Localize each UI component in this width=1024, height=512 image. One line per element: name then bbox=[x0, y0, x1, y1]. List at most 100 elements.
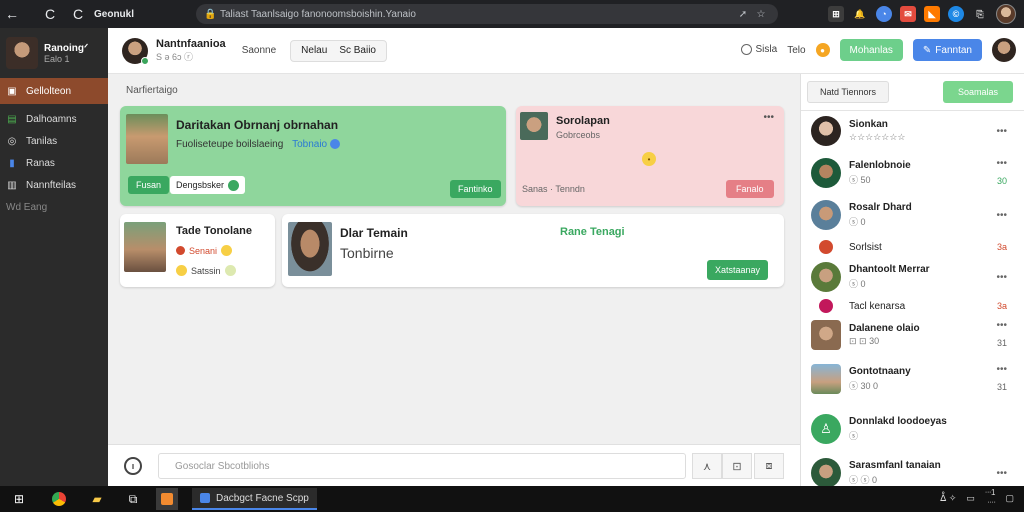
pill-left-label[interactable]: Nelau bbox=[301, 45, 327, 56]
sidebar-item-3[interactable]: ▮ Ranas bbox=[0, 152, 108, 174]
more-icon[interactable]: ••• bbox=[763, 112, 774, 123]
contact-item[interactable]: Sarasmfanl tanaian ⓢ ⓢ 0 ••• bbox=[801, 458, 1024, 488]
contact-name: Donnlakd loodoeyas bbox=[849, 416, 947, 427]
avatar[interactable] bbox=[992, 38, 1016, 62]
contact-item[interactable]: Gontotnaany ⓢ 30 0 ••• 31 bbox=[801, 364, 1024, 394]
more-icon[interactable]: ••• bbox=[996, 272, 1007, 283]
card-subtitle: Fuoliseteupe boilslaeing Tobnaio bbox=[176, 139, 340, 150]
contact-item[interactable]: Rosalr Dhard ⓢ 0 ••• bbox=[801, 200, 1024, 230]
extension-icon[interactable]: ◣ bbox=[924, 6, 940, 22]
card-action-button[interactable]: Fantinko bbox=[450, 180, 501, 198]
pill-right-label[interactable]: Sc Baiio bbox=[339, 45, 376, 56]
taskbar-app[interactable]: Dacbgct Facne Scpp bbox=[192, 488, 317, 510]
battery-icon[interactable]: ▭ bbox=[966, 493, 975, 504]
more-icon[interactable]: ••• bbox=[996, 468, 1007, 479]
extension-icon[interactable]: ✉ bbox=[900, 6, 916, 22]
contact-meta: ⓢ 0 bbox=[849, 217, 866, 227]
contact-item[interactable]: ♙ Donnlakd loodoeyas ⓢ bbox=[801, 414, 1024, 444]
profile-avatar[interactable] bbox=[996, 4, 1016, 24]
attachment-icon[interactable]: ⊡ bbox=[722, 453, 752, 479]
sidebar-item-label: Nannfteilas bbox=[26, 179, 77, 191]
sidebar-item-icon: ▣ bbox=[7, 85, 17, 97]
contact-item[interactable]: Dalanene olaio ⊡ ⊡ 30 ••• 31 bbox=[801, 320, 1024, 350]
card-subtitle: Tonbirne bbox=[340, 245, 394, 261]
send-icon[interactable]: ⋏ bbox=[692, 453, 722, 479]
bell-icon[interactable]: 🔔 bbox=[852, 6, 868, 22]
folder-icon[interactable]: ▰ bbox=[86, 488, 108, 510]
feed-card[interactable]: Sorolapan Gobrceobs ••• • Sanas · Tenndn… bbox=[516, 106, 784, 206]
card-action-button[interactable]: Fanalo bbox=[726, 180, 774, 198]
main-header: Nantnfaanioa S ə 6ɔ ⓡ Saonne Nelau Sc Ba… bbox=[108, 28, 1024, 74]
reload-icon[interactable]: C bbox=[66, 2, 90, 26]
address-bar[interactable]: 🔒 Taliast Taanlsaigo fanonoomsboishin.Ya… bbox=[196, 4, 778, 24]
more-icon[interactable]: ••• bbox=[996, 364, 1007, 375]
extension-icon[interactable]: © bbox=[948, 6, 964, 22]
tray-icons[interactable]: ᐂ ✧ bbox=[940, 493, 956, 504]
header-link[interactable]: Saonne bbox=[242, 45, 276, 56]
divider bbox=[801, 110, 1024, 111]
extension-icon[interactable]: ◔ bbox=[876, 6, 892, 22]
card-badge-secondary[interactable]: Dengsbsker bbox=[170, 176, 246, 194]
header-name: Nantnfaanioa bbox=[156, 38, 226, 50]
feed-card[interactable]: Daritakan Obrnanj obrnahan Fuoliseteupe … bbox=[120, 106, 506, 206]
sidebar-item-label: Gellolteon bbox=[26, 85, 72, 97]
forward-icon[interactable]: C bbox=[38, 2, 62, 26]
extension-icon[interactable]: ⊞ bbox=[828, 6, 844, 22]
sidebar-item-1[interactable]: ▤ Dalhoamns bbox=[0, 108, 108, 130]
card-line-text: Senani bbox=[189, 245, 218, 256]
avatar[interactable] bbox=[122, 37, 149, 65]
contact-item[interactable]: Falenlobnoie ⓢ 50 ••• 30 bbox=[801, 158, 1024, 188]
add-button[interactable]: Soamalas bbox=[943, 81, 1013, 103]
emoji-icon: • bbox=[642, 152, 656, 166]
clock[interactable]: ᐧᐧᐧ1 ᐧᐧᐧᐧ bbox=[985, 488, 996, 508]
chrome-icon[interactable] bbox=[48, 488, 70, 510]
contact-item[interactable]: Dhantoolt Merrar ⓢ 0 ••• bbox=[801, 262, 1024, 292]
more-icon[interactable]: ••• bbox=[996, 158, 1007, 169]
contact-item[interactable]: Sorlsist 3a bbox=[801, 240, 1024, 254]
notification-icon[interactable]: ▢ bbox=[1005, 493, 1014, 504]
avatar bbox=[819, 299, 833, 313]
extension-icon[interactable]: ⎘ bbox=[972, 6, 988, 22]
share-icon[interactable]: ➚ bbox=[734, 9, 752, 20]
terminal-icon[interactable]: ⧉ bbox=[122, 488, 144, 510]
bookmark-icon[interactable]: ☆ bbox=[752, 9, 770, 20]
filter-pill[interactable]: Natd Tiennors bbox=[807, 81, 889, 103]
back-icon[interactable]: ← bbox=[0, 2, 24, 26]
contact-name: Sionkan bbox=[849, 119, 888, 130]
tab-title[interactable]: Geonukl bbox=[94, 9, 204, 20]
contact-item[interactable]: Tacl kenarsa 3a bbox=[801, 299, 1024, 313]
more-icon[interactable]: ••• bbox=[996, 210, 1007, 221]
more-icon[interactable]: ••• bbox=[996, 126, 1007, 137]
url-text[interactable]: Taliast Taanlsaigo fanonoomsboishin.Yana… bbox=[220, 9, 734, 20]
sidebar-item-5[interactable]: Wd Eang bbox=[0, 196, 108, 218]
card-badge[interactable]: Fusan bbox=[128, 176, 170, 194]
feed-card[interactable]: Tade Tonolane Senani Satssin bbox=[120, 214, 275, 287]
coin-icon[interactable]: ● bbox=[815, 43, 830, 57]
sidebar-item-label: Ranas bbox=[26, 157, 55, 169]
sidebar-item-0[interactable]: ▣ Gellolteon bbox=[0, 78, 108, 104]
sidebar-profile[interactable]: Ranoingᐟ Ealo 1 bbox=[0, 28, 108, 78]
contact-name: Sorlsist bbox=[849, 241, 882, 253]
header-radio-option[interactable]: Sisla bbox=[740, 44, 777, 56]
card-title: Sorolapan bbox=[556, 115, 610, 127]
emoji-picker-icon[interactable]: ı bbox=[124, 457, 142, 475]
contact-item[interactable]: Sionkan ☆☆☆☆☆☆☆ ••• bbox=[801, 116, 1024, 146]
header-pill[interactable]: Nelau Sc Baiio bbox=[290, 39, 387, 62]
app-icon[interactable] bbox=[156, 488, 178, 510]
windows-start-icon[interactable]: ⊞ bbox=[8, 488, 30, 510]
contact-name: Dalanene olaio bbox=[849, 323, 920, 334]
emoji-icon bbox=[221, 245, 233, 256]
message-input[interactable]: Gosoclar Sbcotbliohs bbox=[158, 453, 686, 479]
feed-card[interactable]: Dlar Temain Tonbirne Rane Tenagi Xatstaa… bbox=[282, 214, 784, 287]
gif-icon[interactable]: ⧈ bbox=[754, 453, 784, 479]
avatar bbox=[819, 240, 833, 254]
system-tray: ᐂ ✧ ▭ ᐧᐧᐧ1 ᐧᐧᐧᐧ ▢ bbox=[940, 488, 1014, 508]
blue-button[interactable]: ✎ Fanntan bbox=[912, 39, 982, 61]
card-action-button[interactable]: Xatstaanay bbox=[707, 260, 769, 280]
sidebar-item-4[interactable]: ▥ Nannfteilas bbox=[0, 174, 108, 196]
sidebar-item-2[interactable]: ◎ Tanilas bbox=[0, 130, 108, 152]
green-button[interactable]: Mohanlas bbox=[839, 39, 903, 61]
card-subtitle-link[interactable]: Tobnaio bbox=[292, 139, 327, 150]
header-text[interactable]: Telo bbox=[787, 45, 805, 56]
more-icon[interactable]: ••• bbox=[996, 320, 1007, 331]
